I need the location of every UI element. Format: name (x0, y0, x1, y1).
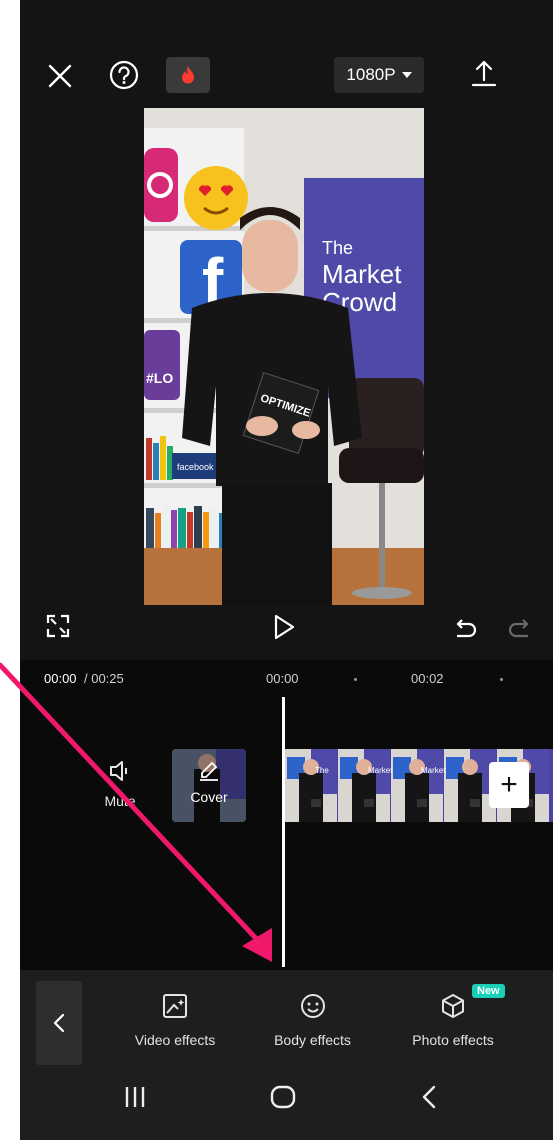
resolution-dropdown[interactable]: 1080P (334, 57, 424, 93)
new-badge: New (472, 984, 505, 998)
body-effects-label: Body effects (274, 1032, 351, 1048)
redo-icon[interactable] (505, 616, 531, 642)
video-preview[interactable]: f #LO facebook The Market Crowd OPTIMIZE (144, 108, 424, 605)
video-effects-button[interactable]: Video effects (120, 988, 230, 1048)
cover-label: Cover (190, 789, 228, 805)
add-clip-button[interactable]: + (489, 762, 529, 808)
fb-sign: facebook (177, 462, 214, 472)
resolution-label: 1080P (346, 65, 396, 84)
cover-button[interactable]: Cover (172, 749, 246, 822)
effects-back-button[interactable] (36, 981, 82, 1065)
svg-text:Market: Market (368, 766, 393, 775)
editor-screen: 1080P f #LO facebook The Market Crowd OP… (20, 0, 553, 1140)
close-icon[interactable] (42, 60, 78, 92)
help-icon[interactable] (106, 58, 142, 92)
mute-label: Mute (104, 793, 136, 809)
photo-effects-label: Photo effects (412, 1032, 494, 1048)
body-effects-button[interactable]: Body effects (260, 988, 365, 1048)
video-effects-icon (163, 994, 187, 1018)
mute-button[interactable]: Mute (90, 760, 150, 809)
chevron-left-icon (53, 1013, 65, 1033)
speaker-icon (110, 761, 127, 781)
fire-icon (182, 66, 194, 84)
timeline-tick-label: 00:00 (266, 671, 299, 686)
timeline-tick-dot (354, 678, 357, 681)
export-icon[interactable] (468, 56, 500, 90)
play-icon[interactable] (273, 614, 297, 642)
playhead[interactable] (282, 697, 285, 967)
fire-button[interactable] (166, 57, 210, 93)
back-icon[interactable] (420, 1085, 438, 1114)
current-time: 00:00 (44, 671, 77, 686)
timeline-tick-label: 00:02 (411, 671, 444, 686)
svg-text:The: The (315, 766, 329, 775)
body-effects-icon (300, 994, 325, 1018)
chevron-down-icon (401, 72, 412, 78)
sign-text: #LO (146, 370, 173, 386)
recents-icon[interactable] (123, 1085, 147, 1114)
add-clip-label: + (500, 768, 518, 801)
banner-line-1: The (322, 238, 353, 258)
video-effects-label: Video effects (134, 1032, 216, 1048)
total-time: / 00:25 (84, 671, 124, 686)
home-icon[interactable] (270, 1085, 296, 1114)
banner-line-2: Market (322, 259, 402, 289)
timeline-tick-dot (500, 678, 503, 681)
photo-effects-icon (442, 994, 464, 1018)
svg-text:Market: Market (421, 766, 446, 775)
fullscreen-icon[interactable] (46, 614, 70, 640)
undo-icon[interactable] (454, 616, 480, 642)
